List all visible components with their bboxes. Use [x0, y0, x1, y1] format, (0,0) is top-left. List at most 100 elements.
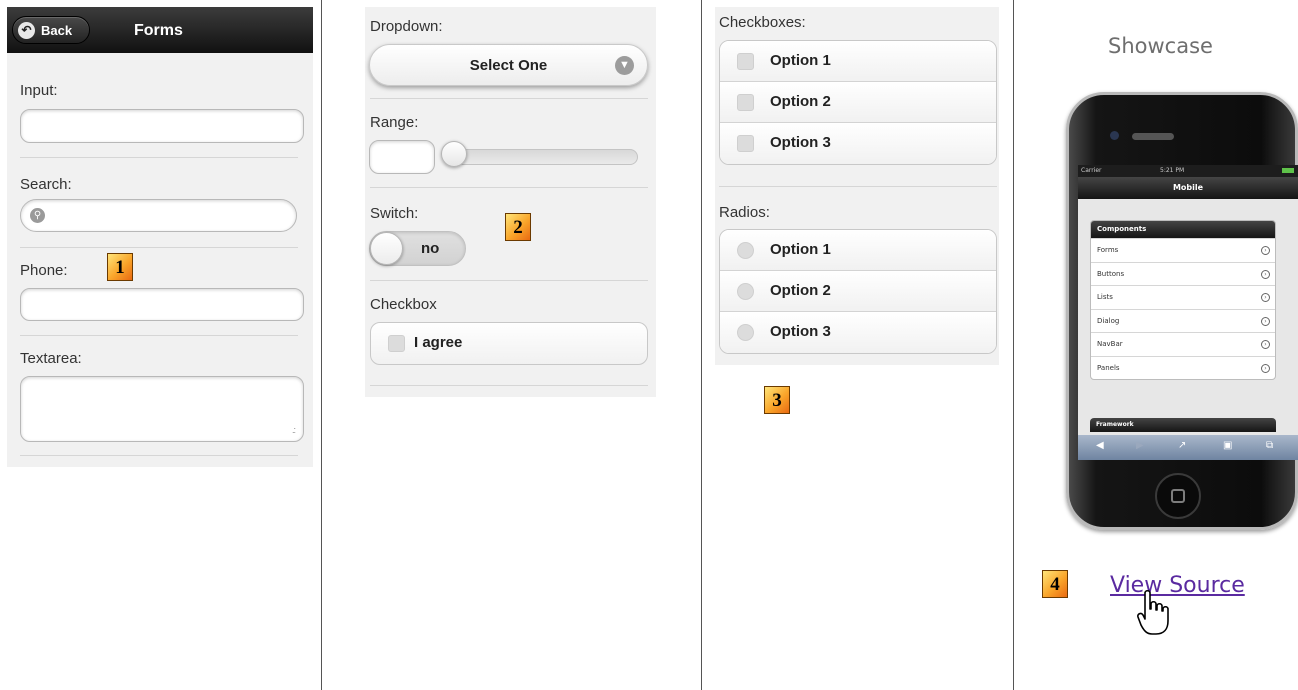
radios-label: Radios:	[719, 204, 770, 221]
radio-icon	[737, 242, 754, 259]
step-badge-4: 4	[1042, 570, 1068, 598]
divider	[719, 186, 997, 187]
radio-option-label: Option 2	[770, 282, 831, 299]
flip-switch[interactable]: no	[369, 231, 466, 266]
phone-list-item-label: NavBar	[1097, 340, 1123, 348]
chevron-down-icon: ▼	[615, 56, 634, 75]
search-input[interactable]: ⚲	[20, 199, 297, 232]
phone-screen: Carrier 5:21 PM Mobile Components Forms ›…	[1078, 165, 1298, 460]
phone-list-item-label: Forms	[1097, 246, 1119, 254]
step-badge-1: 1	[107, 253, 133, 281]
textarea-input[interactable]: .:	[20, 376, 304, 442]
radio-option-label: Option 1	[770, 241, 831, 258]
page-title: Forms	[134, 22, 183, 39]
phone-list-item: Lists ›	[1091, 285, 1275, 309]
forward-icon: ▶	[1136, 440, 1144, 451]
phone-list-item-label: Panels	[1097, 363, 1120, 372]
chevron-right-icon: ›	[1261, 293, 1270, 302]
textarea-label: Textarea:	[20, 350, 82, 367]
divider	[20, 455, 298, 456]
back-icon: ◀	[1096, 440, 1104, 451]
range-value-input[interactable]	[369, 140, 435, 174]
radio-icon	[737, 324, 754, 341]
carrier-text: Carrier	[1081, 167, 1102, 174]
range-track[interactable]	[446, 149, 638, 165]
phone-list-item: Forms ›	[1091, 238, 1275, 262]
column-divider	[701, 0, 702, 690]
agree-checkbox-label: I agree	[414, 334, 463, 351]
checkbox-option-2[interactable]: Option 2	[720, 82, 996, 123]
dropdown-select[interactable]: Select One ▼	[369, 44, 648, 86]
checkbox-option-label: Option 3	[770, 134, 831, 151]
resize-grip-icon[interactable]: .:	[292, 425, 296, 435]
switch-state: no	[421, 240, 440, 257]
radio-option-3[interactable]: Option 3	[720, 312, 996, 353]
checkbox-option-3[interactable]: Option 3	[720, 123, 996, 164]
phone-list: Components Forms › Buttons › Lists › Dialog…	[1090, 220, 1276, 380]
phone-list-item: NavBar ›	[1091, 332, 1275, 356]
back-button[interactable]: ↶ Back	[12, 16, 90, 44]
phone-second-header: Framework	[1090, 418, 1276, 432]
tabs-icon: ⧉	[1266, 440, 1274, 451]
radio-group: Option 1 Option 2 Option 3	[719, 229, 997, 354]
phone-list-item-label: Buttons	[1097, 269, 1125, 278]
switch-label: Switch:	[370, 205, 419, 222]
step-badge-3: 3	[764, 386, 790, 414]
share-icon: ↗	[1178, 440, 1187, 451]
text-input[interactable]	[20, 109, 304, 143]
home-button	[1155, 473, 1201, 519]
divider	[20, 247, 298, 248]
divider	[370, 385, 648, 386]
divider	[370, 187, 648, 188]
radio-option-2[interactable]: Option 2	[720, 271, 996, 312]
column-divider	[1013, 0, 1014, 690]
chevron-right-icon: ›	[1261, 340, 1270, 349]
checkbox-option-label: Option 1	[770, 52, 831, 69]
view-source-link[interactable]: View Source	[1110, 573, 1245, 598]
checkbox-option-label: Option 2	[770, 93, 831, 110]
phone-browser-toolbar: ◀ ▶ ↗ ▣ ⧉	[1078, 435, 1298, 460]
bookmarks-icon: ▣	[1223, 440, 1233, 451]
chevron-right-icon: ›	[1261, 246, 1270, 255]
radio-option-label: Option 3	[770, 323, 831, 340]
phone-label: Phone:	[20, 262, 68, 279]
phone-header: Mobile	[1078, 177, 1298, 199]
dropdown-label: Dropdown:	[370, 18, 443, 35]
chevron-right-icon: ›	[1261, 316, 1270, 326]
battery-icon	[1282, 168, 1294, 173]
dropdown-selected-value: Select One	[469, 57, 548, 74]
checkbox-icon	[737, 135, 754, 152]
checkbox-group: Option 1 Option 2 Option 3	[719, 40, 997, 165]
divider	[370, 98, 648, 99]
agree-checkbox[interactable]: I agree	[370, 322, 648, 365]
checkbox-label: Checkbox	[370, 296, 437, 313]
showcase-title: Showcase	[1108, 34, 1213, 58]
radio-option-1[interactable]: Option 1	[720, 230, 996, 271]
hand-pointer-icon	[1137, 589, 1169, 635]
range-slider-handle[interactable]	[441, 141, 467, 167]
checkbox-icon	[388, 335, 405, 352]
phone-list-item: Dialog ›	[1091, 308, 1275, 333]
step-badge-2: 2	[505, 213, 531, 241]
speaker-icon	[1132, 133, 1174, 140]
column-divider	[321, 0, 322, 690]
phone-list-item: Buttons ›	[1091, 261, 1275, 286]
divider	[370, 280, 648, 281]
clock-text: 5:21 PM	[1160, 167, 1185, 174]
input-label: Input:	[20, 82, 58, 99]
phone-list-item-label: Dialog	[1097, 316, 1120, 325]
divider	[20, 335, 298, 336]
chevron-right-icon: ›	[1261, 269, 1270, 279]
phone-list-item: Panels ›	[1091, 355, 1275, 380]
checkbox-icon	[737, 53, 754, 70]
header-bar: ↶ Back Forms	[7, 7, 313, 53]
phone-status-bar: Carrier 5:21 PM	[1078, 165, 1298, 177]
search-label: Search:	[20, 176, 72, 193]
checkboxes-label: Checkboxes:	[719, 14, 806, 31]
phone-input[interactable]	[20, 288, 304, 321]
phone-list-header: Components	[1091, 221, 1275, 238]
switch-handle[interactable]	[370, 232, 403, 265]
checkbox-option-1[interactable]: Option 1	[720, 41, 996, 82]
camera-icon	[1110, 131, 1119, 140]
home-square-icon	[1171, 489, 1185, 503]
